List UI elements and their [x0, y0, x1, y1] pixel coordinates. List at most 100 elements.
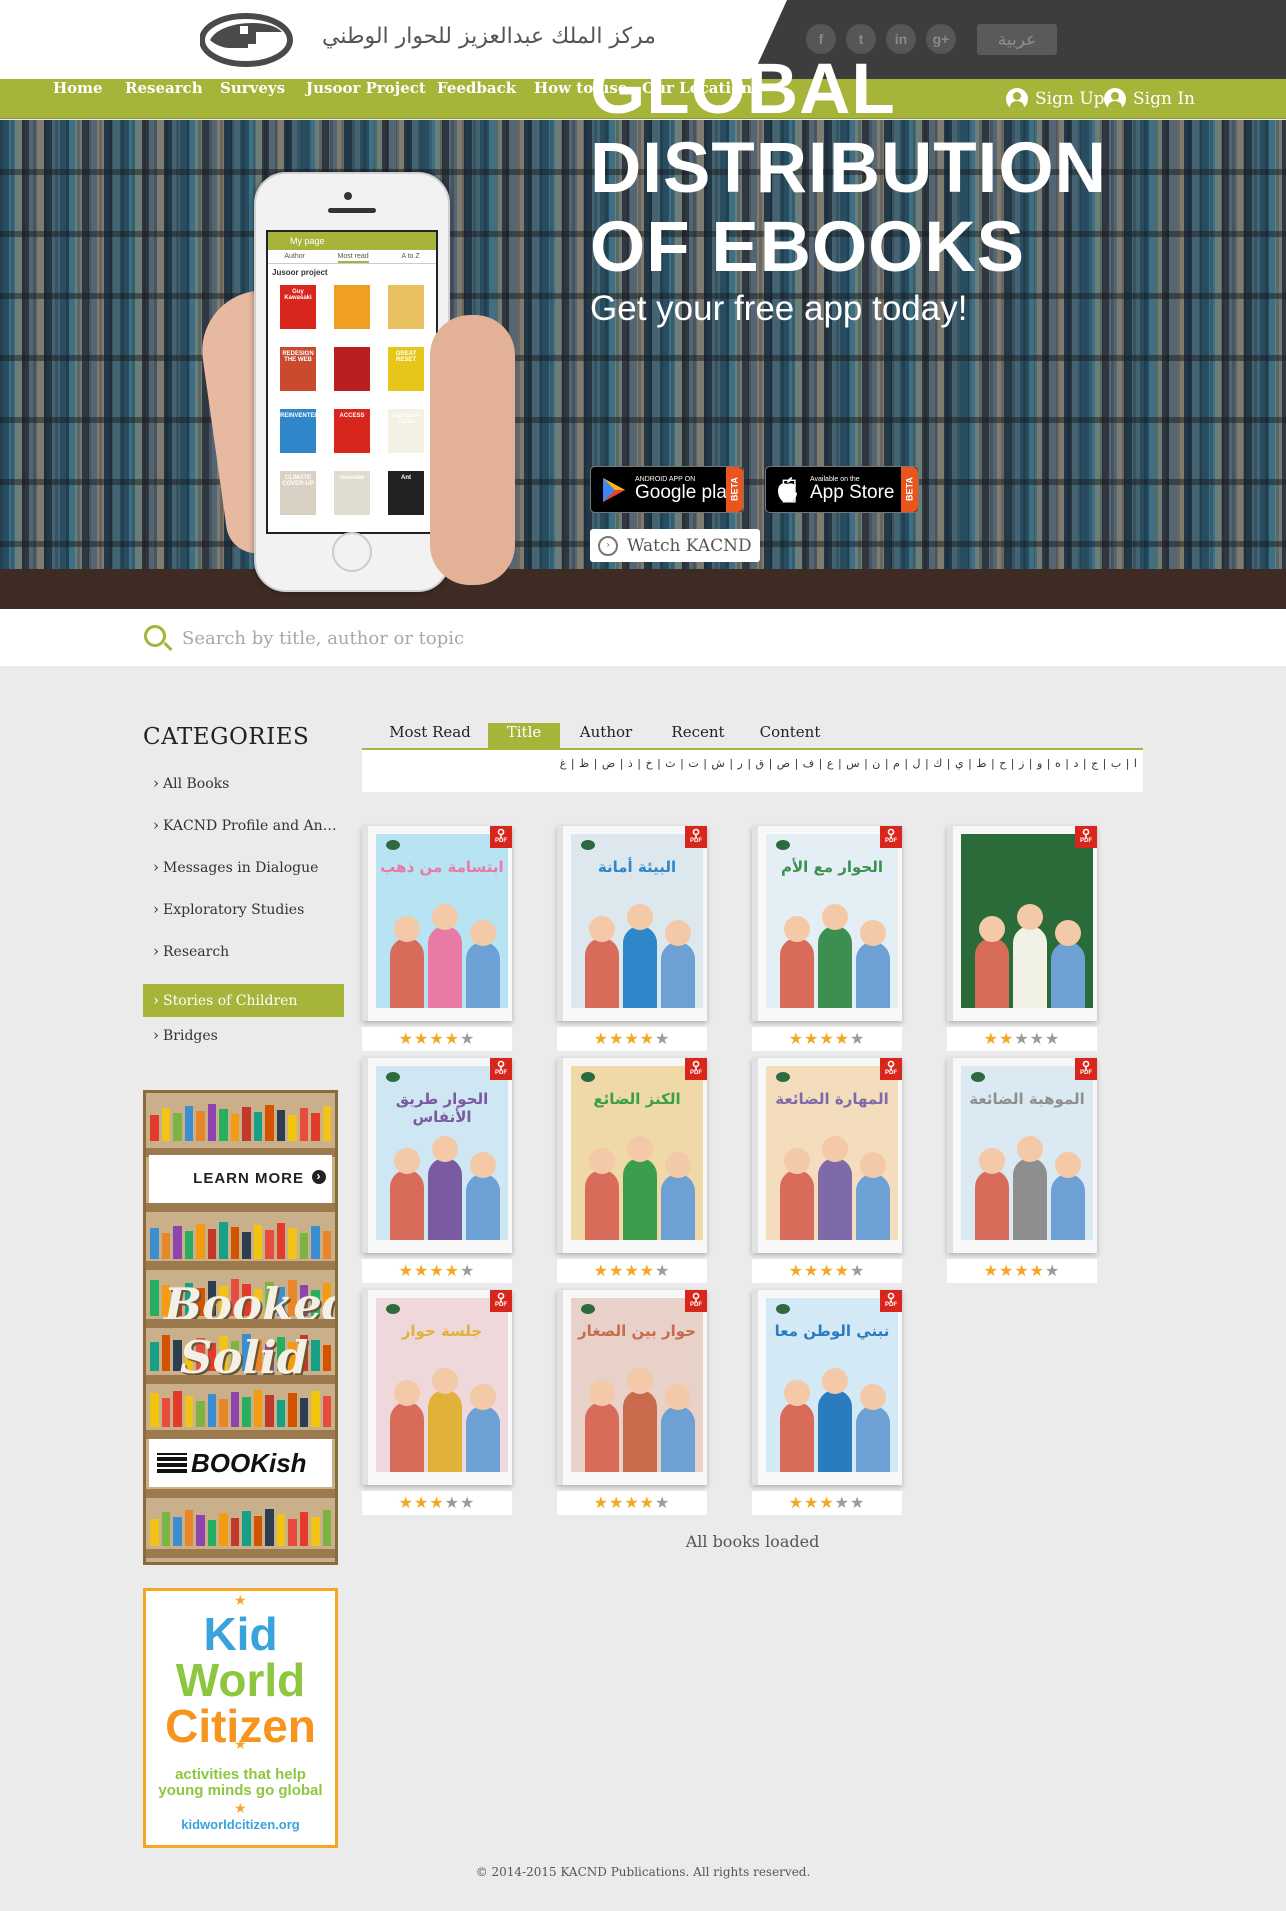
cover-character-figure — [818, 1158, 852, 1240]
book-cover[interactable]: نبني الوطن معا PDF — [752, 1283, 902, 1485]
pdf-icon[interactable]: PDF — [490, 1051, 512, 1081]
book-cover[interactable]: PDF — [947, 819, 1097, 1021]
learn-more-button[interactable]: LEARN MORE — [149, 1155, 332, 1203]
app-store-button[interactable]:  Available on the App Store BETA — [765, 466, 919, 513]
book-card[interactable]: الكنز الضائعPDF★★★★★ — [557, 1051, 707, 1283]
shelf-book-spine — [196, 1515, 205, 1546]
star-filled-icon: ★ — [998, 1029, 1015, 1048]
shelf-book-spine — [196, 1111, 205, 1141]
pdf-icon[interactable]: PDF — [880, 1283, 902, 1313]
publisher-logo-icon — [581, 1304, 595, 1314]
book-cover[interactable]: حوار بين الصغار PDF — [557, 1283, 707, 1485]
google-play-button[interactable]: ANDROID APP ON Google play BETA — [590, 466, 744, 513]
book-card[interactable]: البيئة أمانةPDF★★★★★ — [557, 819, 707, 1051]
book-rating: ★★★★★ — [362, 1259, 512, 1283]
category-messages-in-dialogue[interactable]: Messages in Dialogue — [143, 858, 344, 888]
category-exploratory-studies[interactable]: Exploratory Studies — [143, 900, 344, 930]
booked-solid-ad[interactable]: LEARN MORE Booked Solid BOOKish — [143, 1090, 338, 1565]
pdf-icon[interactable]: PDF — [490, 819, 512, 849]
category-research[interactable]: Research — [143, 942, 344, 972]
nav-surveys[interactable]: Surveys — [220, 79, 285, 119]
search-icon[interactable] — [144, 625, 166, 647]
cover-character-figure — [818, 926, 852, 1008]
cover-character-head — [860, 1152, 886, 1178]
star-filled-icon: ★ — [398, 1261, 414, 1280]
bookshelf-row — [146, 1508, 335, 1546]
book-card[interactable]: PDF★★★★★ — [947, 819, 1097, 1051]
categories-heading: CATEGORIES — [143, 724, 310, 750]
nav-research[interactable]: Research — [125, 79, 203, 119]
apple-icon-shape — [778, 477, 797, 502]
star-icon: ★ — [234, 1737, 247, 1753]
category-bridges[interactable]: Bridges — [143, 1026, 344, 1056]
book-rating: ★★★★★ — [752, 1259, 902, 1283]
cover-character-head — [822, 1136, 848, 1162]
cover-character-figure — [661, 1174, 695, 1240]
star-empty-icon: ★ — [850, 1261, 866, 1280]
nav-jusoor-project[interactable]: Jusoor Project — [306, 79, 426, 119]
star-filled-icon: ★ — [834, 1029, 851, 1048]
cover-character-figure — [466, 1406, 500, 1472]
bookshelf-row — [146, 1221, 335, 1259]
book-card[interactable]: الحوار مع الأمPDF ★★★★★ — [752, 819, 902, 1051]
cover-character-figure — [428, 1390, 462, 1472]
book-cover[interactable]: الكنز الضائعPDF — [557, 1051, 707, 1253]
book-cover[interactable]: الحوار مع الأم PDF — [752, 819, 902, 1021]
book-cover[interactable]: المهارة الضائعة PDF — [752, 1051, 902, 1253]
learn-more-panel[interactable]: LEARN MORE — [149, 1155, 332, 1203]
hero-title: GLOBAL DISTRIBUTION OF EBOOKS — [590, 50, 1150, 287]
category-kacnd-profile[interactable]: KACND Profile and Annual Reports — [143, 816, 344, 846]
star-empty-icon: ★ — [655, 1029, 671, 1048]
book-title: حوار بين الصغار — [578, 1322, 696, 1340]
book-card[interactable]: الموهبة الضائعةPDF★★★★★ — [947, 1051, 1097, 1283]
shelf-book-spine — [184, 1106, 193, 1141]
shelf-book-spine — [196, 1401, 205, 1427]
pdf-icon[interactable]: PDF — [685, 1051, 707, 1081]
cover-character-figure — [1013, 1158, 1047, 1240]
search-input[interactable] — [182, 623, 1082, 653]
watch-kacnd-button[interactable]: › Watch KACND — [590, 529, 760, 562]
pdf-icon[interactable]: PDF — [880, 819, 902, 849]
shelf-book-spine — [288, 1228, 297, 1259]
book-cover[interactable]: الحوار طريق الأنفاسPDF — [362, 1051, 512, 1253]
category-all-books[interactable]: All Books — [143, 774, 344, 804]
book-card[interactable]: نبني الوطن معاPDF★★★★★ — [752, 1283, 902, 1515]
cover-character-head — [979, 1148, 1005, 1174]
book-card[interactable]: حوار بين الصغارPDF★★★★★ — [557, 1283, 707, 1515]
tab-content[interactable]: Content — [750, 723, 830, 748]
pdf-icon[interactable]: PDF — [1075, 1051, 1097, 1081]
cover-character-head — [627, 904, 653, 930]
pdf-icon[interactable]: PDF — [685, 819, 707, 849]
site-logo[interactable]: مركز الملك عبدالعزيز للحوار الوطني — [199, 12, 656, 68]
kid-world-citizen-ad[interactable]: ★ Kid World Citizen ★ activities that he… — [143, 1588, 338, 1848]
tab-most-read[interactable]: Most Read — [380, 723, 480, 748]
book-cover[interactable]: ابتسامة من ذهب PDF — [362, 819, 512, 1021]
book-card[interactable]: جلسة حوارPDF★★★★★ — [362, 1283, 512, 1515]
book-card[interactable]: ابتسامة من ذهبPDF★★★★★ — [362, 819, 512, 1051]
cover-character-head — [470, 920, 496, 946]
phone-speaker — [328, 208, 376, 213]
tab-title[interactable]: Title — [488, 723, 560, 748]
tab-recent[interactable]: Recent — [658, 723, 738, 748]
nav-feedback[interactable]: Feedback — [437, 79, 516, 119]
book-card[interactable]: الحوار طريق الأنفاسPDF ★★★★★ — [362, 1051, 512, 1283]
alphabet-filter[interactable]: ا | ب | ج | د | ه | و | ز | ح | ط | ي | … — [362, 750, 1143, 792]
book-card[interactable]: المهارة الضائعةPDF ★★★★★ — [752, 1051, 902, 1283]
cover-character-head — [665, 1384, 691, 1410]
tab-author[interactable]: Author — [570, 723, 642, 748]
book-cover[interactable]: جلسة حوار PDF — [362, 1283, 512, 1485]
book-cover[interactable]: الموهبة الضائعة PDF — [947, 1051, 1097, 1253]
kid-world-citizen-url[interactable]: kidworldcitizen.org — [146, 1817, 335, 1832]
book-cover[interactable]: البيئة أمانة PDF — [557, 819, 707, 1021]
star-filled-icon: ★ — [998, 1261, 1015, 1280]
pdf-icon[interactable]: PDF — [1075, 819, 1097, 849]
category-stories-of-children[interactable]: Stories of Children — [143, 984, 344, 1017]
shelf-board — [146, 1430, 335, 1439]
cover-character-head — [470, 1384, 496, 1410]
star-filled-icon: ★ — [429, 1493, 445, 1512]
nav-home[interactable]: Home — [53, 79, 103, 119]
book-rating: ★★★★★ — [752, 1027, 902, 1051]
pdf-icon[interactable]: PDF — [880, 1051, 902, 1081]
pdf-icon[interactable]: PDF — [685, 1283, 707, 1313]
pdf-icon[interactable]: PDF — [490, 1283, 512, 1313]
